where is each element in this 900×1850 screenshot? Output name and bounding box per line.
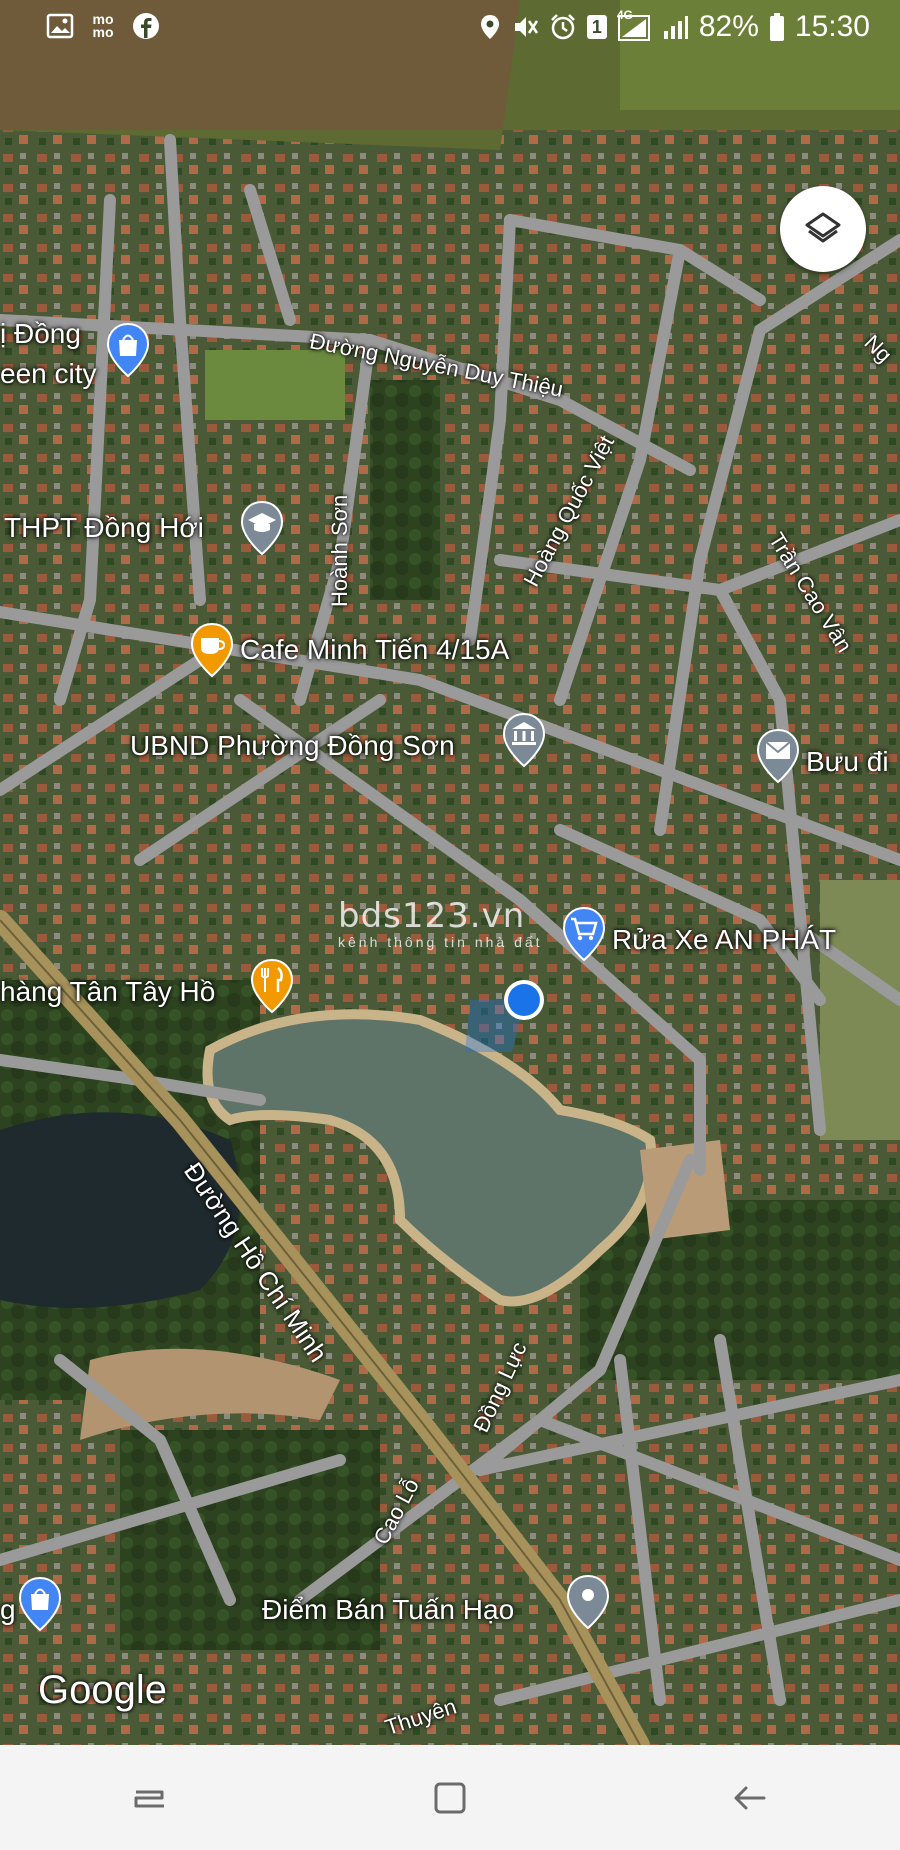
recent-apps-button[interactable] (110, 1758, 190, 1838)
status-left: mo mo (46, 12, 160, 40)
place-label-left-edge[interactable]: g (0, 1594, 16, 1626)
shopping-bag-icon[interactable] (18, 1576, 62, 1632)
restaurant-icon[interactable] (250, 958, 294, 1014)
watermark-main: bds123.vn (338, 896, 526, 936)
place-label-ubnd-dong-son[interactable]: UBND Phường Đồng Sơn (130, 730, 455, 762)
image-icon (46, 13, 74, 39)
government-icon[interactable] (502, 712, 546, 768)
shopping-cart-icon[interactable] (562, 906, 606, 962)
place-label-cafe-minh-tien[interactable]: Cafe Minh Tiến 4/15A (240, 634, 509, 666)
layers-icon (805, 212, 841, 243)
clock: 15:30 (794, 10, 870, 43)
place-label-diem-ban-tuan-hao[interactable]: Điểm Bán Tuấn Hạo (262, 1594, 514, 1626)
map-view[interactable]: ị Đồng een city THPT Đồng Hới Cafe Minh … (0, 0, 900, 1745)
watermark: bds123.vn kênh thông tin nhà đất (338, 896, 543, 950)
mail-icon[interactable] (756, 728, 800, 784)
place-label-rua-xe-an-phat[interactable]: Rửa Xe AN PHÁT (612, 924, 836, 956)
signal-icon (663, 16, 688, 39)
back-icon (734, 1786, 766, 1809)
home-icon (434, 1782, 466, 1813)
back-button[interactable] (710, 1758, 790, 1838)
mute-icon (514, 17, 538, 37)
layers-button[interactable] (780, 186, 866, 272)
status-bar: mo mo 1 4G 82% 15:30 (0, 0, 900, 56)
facebook-icon (133, 13, 159, 39)
google-logo: Google (38, 1668, 167, 1712)
place-label-green-city[interactable]: een city (0, 358, 97, 390)
road-label-hoanh-son: Hoành Sơn (327, 494, 352, 607)
momo-icon: mo mo (92, 11, 114, 40)
alarm-icon (550, 14, 575, 40)
cafe-icon[interactable] (190, 622, 234, 678)
status-right: 1 4G 82% 15:30 (479, 8, 870, 44)
battery-percentage: 82% (698, 10, 759, 43)
recent-apps-icon (134, 1790, 164, 1807)
school-icon[interactable] (240, 500, 284, 556)
watermark-sub: kênh thông tin nhà đất (338, 934, 543, 950)
battery-icon (769, 13, 784, 41)
place-label-thpt-dong-hoi[interactable]: THPT Đồng Hới (4, 512, 204, 544)
my-location-icon (504, 980, 544, 1020)
navigation-bar (0, 1745, 900, 1850)
shopping-bag-icon[interactable] (106, 322, 150, 378)
sim-1-icon: 1 (586, 15, 607, 39)
place-label-tan-tay-ho[interactable]: hàng Tân Tây Hồ (0, 976, 215, 1008)
satellite-imagery (0, 0, 900, 1745)
place-label-buu-dien[interactable]: Bưu đi (806, 746, 889, 778)
location-icon (480, 15, 499, 39)
place-icon[interactable] (566, 1574, 610, 1630)
home-button[interactable] (410, 1758, 490, 1838)
4g-signal-icon: 4G (617, 8, 651, 42)
place-label-dong[interactable]: ị Đồng (0, 318, 81, 350)
